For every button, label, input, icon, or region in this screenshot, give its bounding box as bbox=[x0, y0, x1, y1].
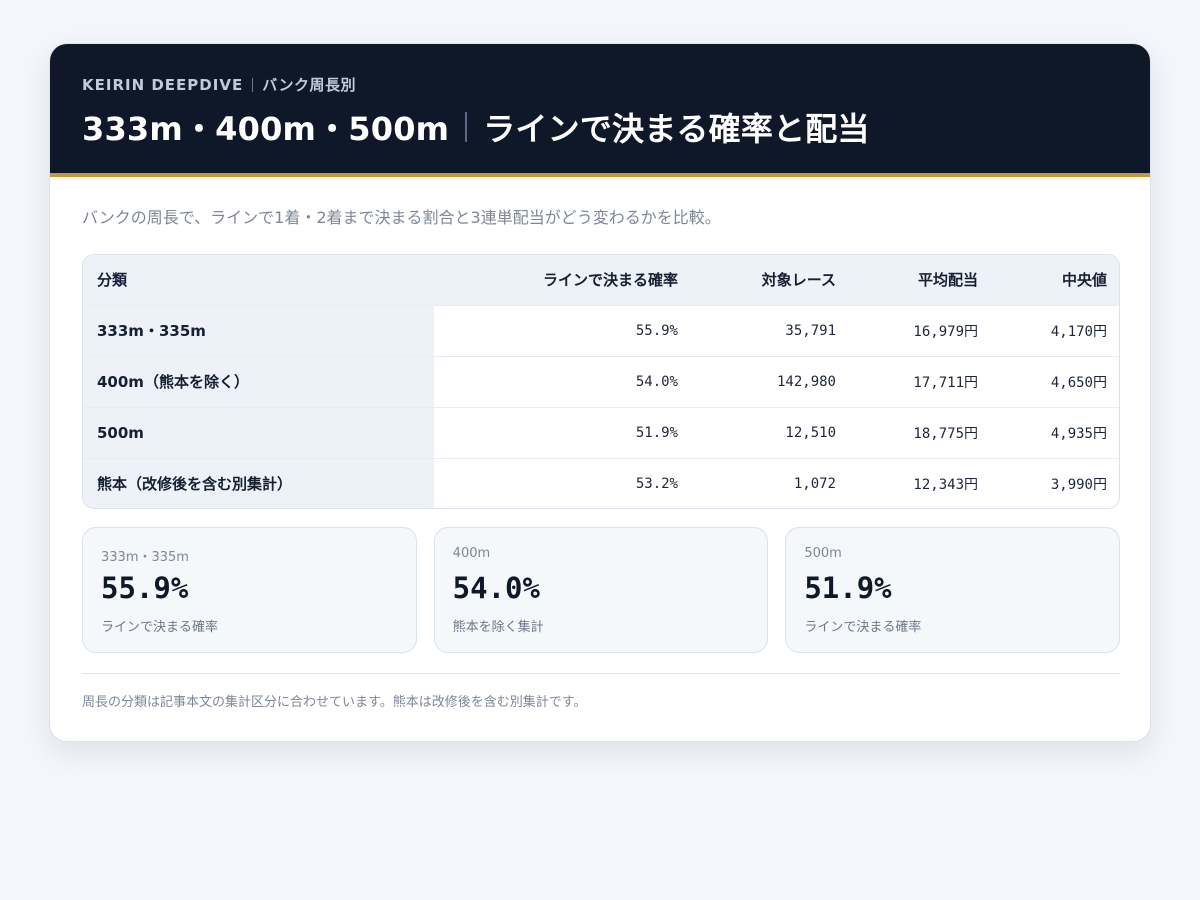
row-race-count: 1,072 bbox=[793, 475, 836, 492]
stat-value: 51.9% bbox=[804, 571, 892, 605]
stat-note: ラインで決まる確率 bbox=[804, 620, 922, 635]
row-median: 3,990円 bbox=[1050, 476, 1107, 493]
row-race-count: 35,791 bbox=[785, 322, 836, 339]
stat-note: ラインで決まる確率 bbox=[101, 620, 219, 635]
header-race-count: 対象レース bbox=[761, 271, 836, 290]
eyebrow-divider bbox=[252, 77, 254, 92]
stat-card-333m: 333m・335m 55.9% ラインで決まる確率 bbox=[82, 527, 417, 653]
row-median: 4,170円 bbox=[1050, 323, 1107, 340]
stat-label: 400m bbox=[452, 546, 491, 561]
stat-card-400m: 400m 54.0% 熊本を除く集計 bbox=[433, 527, 769, 653]
footnote: 周長の分類は記事本文の集計区分に合わせています。熊本は改修後を含む別集計です。 bbox=[82, 695, 587, 710]
row-average-payout: 12,343円 bbox=[913, 476, 978, 493]
lead-text: バンクの周長で、ラインで1着・2着まで決まる割合と3連単配当がどう変わるかを比較… bbox=[82, 208, 721, 227]
row-line-rate: 54.0% bbox=[635, 373, 678, 390]
row-average-payout: 16,979円 bbox=[913, 323, 978, 340]
header-median: 中央値 bbox=[1061, 271, 1107, 290]
row-category: 400m（熊本を除く） bbox=[83, 356, 434, 407]
section-label: バンク周長別 bbox=[262, 76, 356, 94]
header-banner: KEIRIN DEEPDIVE バンク周長別 333m・400m・500m ライ… bbox=[50, 44, 1150, 177]
footer-divider bbox=[82, 673, 1120, 674]
table-row: 333m・335m 55.9% 35,791 16,979円 4,170円 bbox=[83, 305, 1119, 356]
row-category: 500m bbox=[83, 407, 434, 458]
header-category: 分類 bbox=[97, 271, 128, 290]
row-line-rate: 53.2% bbox=[635, 475, 678, 492]
title-topic: ラインで決まる確率と配当 bbox=[483, 110, 870, 148]
comparison-table: 分類 ラインで決まる確率 対象レース 平均配当 中央値 333m・335m 55… bbox=[82, 254, 1120, 509]
main-card: KEIRIN DEEPDIVE バンク周長別 333m・400m・500m ライ… bbox=[49, 43, 1151, 742]
row-race-count: 142,980 bbox=[776, 373, 836, 390]
eyebrow: KEIRIN DEEPDIVE バンク周長別 bbox=[82, 74, 356, 95]
row-line-rate: 51.9% bbox=[635, 424, 678, 441]
stat-label: 333m・335m bbox=[101, 550, 189, 565]
stat-value: 55.9% bbox=[101, 571, 189, 605]
title-lengths: 333m・400m・500m bbox=[82, 110, 450, 148]
row-line-rate: 55.9% bbox=[635, 322, 678, 339]
table-row: 500m 51.9% 12,510 18,775円 4,935円 bbox=[83, 407, 1119, 458]
title-divider bbox=[465, 112, 468, 142]
stat-card-500m: 500m 51.9% ラインで決まる確率 bbox=[785, 527, 1121, 653]
stat-value: 54.0% bbox=[452, 571, 540, 605]
table-row: 400m（熊本を除く） 54.0% 142,980 17,711円 4,650円 bbox=[83, 356, 1119, 407]
page-title: 333m・400m・500m ラインで決まる確率と配当 bbox=[82, 104, 870, 150]
stat-note: 熊本を除く集計 bbox=[452, 620, 544, 635]
row-category: 熊本（改修後を含む別集計） bbox=[83, 458, 434, 508]
row-race-count: 12,510 bbox=[785, 424, 836, 441]
header-average-payout: 平均配当 bbox=[917, 271, 978, 290]
stat-label: 500m bbox=[804, 546, 842, 561]
stat-cards: 333m・335m 55.9% ラインで決まる確率 400m 54.0% 熊本を… bbox=[82, 527, 1121, 653]
row-average-payout: 17,711円 bbox=[913, 374, 978, 391]
table-row: 熊本（改修後を含む別集計） 53.2% 1,072 12,343円 3,990円 bbox=[83, 458, 1119, 508]
row-average-payout: 18,775円 bbox=[913, 425, 978, 442]
row-median: 4,935円 bbox=[1050, 425, 1107, 442]
table-header-row: 分類 ラインで決まる確率 対象レース 平均配当 中央値 bbox=[83, 255, 1119, 305]
row-category: 333m・335m bbox=[83, 305, 434, 356]
row-median: 4,650円 bbox=[1050, 374, 1107, 391]
brand-label: KEIRIN DEEPDIVE bbox=[82, 75, 244, 94]
header-line-rate: ラインで決まる確率 bbox=[542, 271, 678, 290]
